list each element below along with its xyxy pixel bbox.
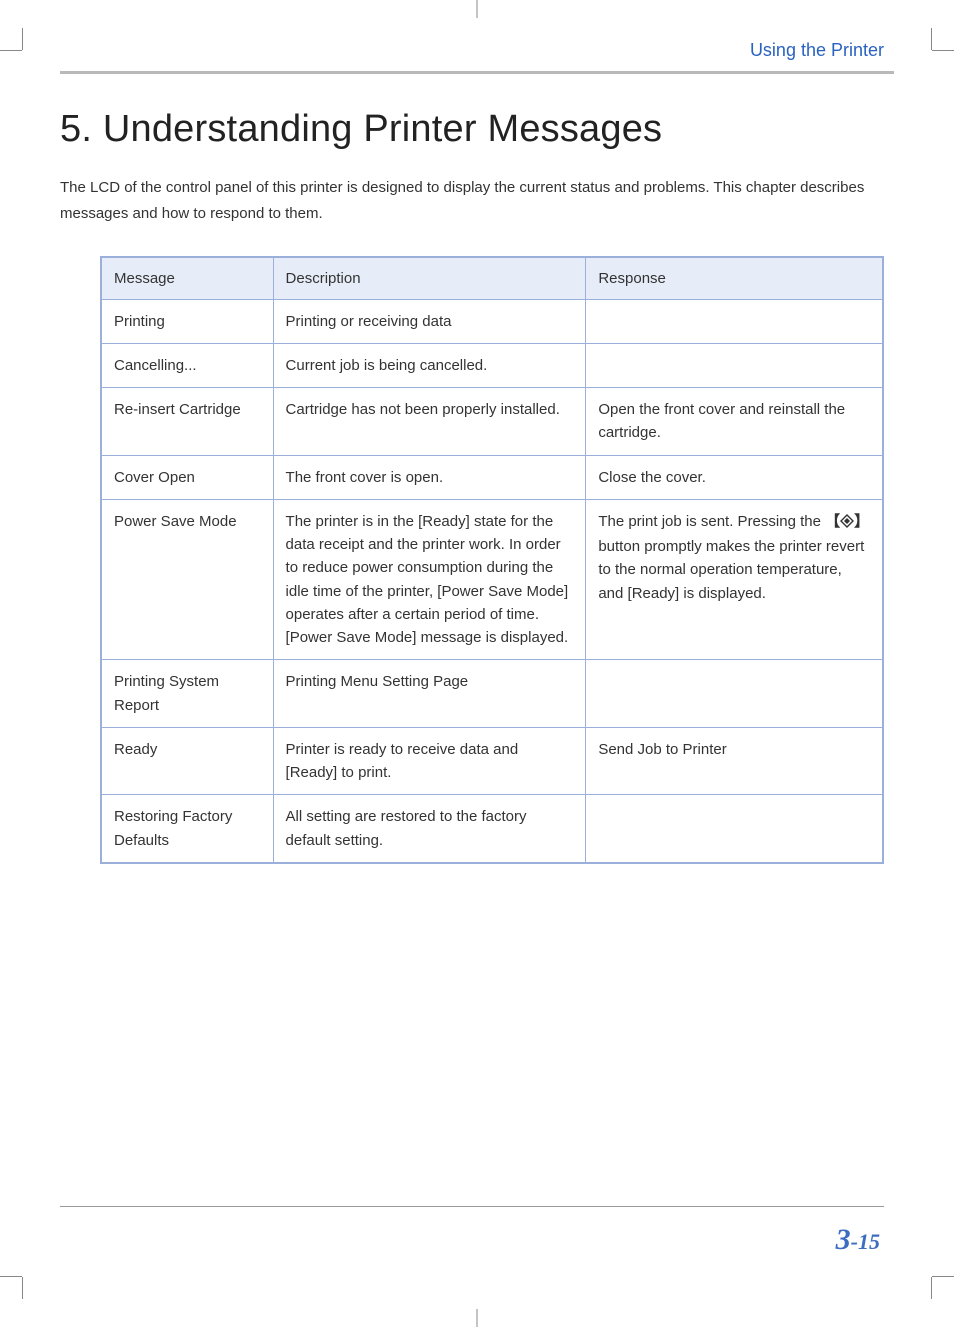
- crop-mark: [22, 28, 23, 50]
- crop-mark: [22, 1277, 23, 1299]
- cell-response: [586, 343, 883, 387]
- table-row: Re-insert Cartridge Cartridge has not be…: [101, 388, 883, 456]
- crop-mark: [0, 1276, 22, 1277]
- intro-paragraph: The LCD of the control panel of this pri…: [60, 175, 894, 228]
- page-number-page: 15: [858, 1229, 880, 1254]
- cell-message: Ready: [101, 727, 273, 795]
- table-row: Ready Printer is ready to receive data a…: [101, 727, 883, 795]
- table-row: Cancelling... Current job is being cance…: [101, 343, 883, 387]
- page-number-chapter: 3: [836, 1223, 851, 1256]
- cell-response-pre: The print job is sent. Pressing the: [598, 513, 825, 530]
- col-header-response: Response: [586, 257, 883, 300]
- messages-table: Message Description Response Printing Pr…: [100, 256, 884, 864]
- page-content: Using the Printer 5. Understanding Print…: [60, 40, 894, 1287]
- col-header-description: Description: [273, 257, 586, 300]
- table-row: Cover Open The front cover is open. Clos…: [101, 455, 883, 499]
- chapter-number: 5.: [60, 108, 92, 150]
- cell-response-post: button promptly makes the printer revert…: [598, 538, 864, 602]
- cell-response: [586, 795, 883, 863]
- cell-description: All setting are restored to the factory …: [273, 795, 586, 863]
- chapter-heading: 5. Understanding Printer Messages: [60, 108, 894, 151]
- cell-message: Printing: [101, 299, 273, 343]
- cell-message: Re-insert Cartridge: [101, 388, 273, 456]
- cell-response: Send Job to Printer: [586, 727, 883, 795]
- cell-description: Cartridge has not been properly installe…: [273, 388, 586, 456]
- cell-message: Power Save Mode: [101, 499, 273, 660]
- table-row: Power Save Mode The printer is in the [R…: [101, 499, 883, 660]
- cell-response: [586, 660, 883, 728]
- running-head: Using the Printer: [60, 40, 894, 71]
- cell-description: Printer is ready to receive data and [Re…: [273, 727, 586, 795]
- crop-mark: [932, 1276, 954, 1277]
- header-rule: [60, 71, 894, 74]
- start-diamond-icon: [840, 512, 854, 535]
- cell-description: The front cover is open.: [273, 455, 586, 499]
- cell-response: Open the front cover and reinstall the c…: [586, 388, 883, 456]
- cell-description: Printing or receiving data: [273, 299, 586, 343]
- page-footer: 3-15: [60, 1206, 884, 1257]
- footer-rule: [60, 1206, 884, 1207]
- table-row: Printing Printing or receiving data: [101, 299, 883, 343]
- crop-mark: [0, 50, 22, 51]
- table-row: Printing System Report Printing Menu Set…: [101, 660, 883, 728]
- chapter-title-text: Understanding Printer Messages: [103, 108, 662, 150]
- page-number-sep: -: [851, 1229, 858, 1254]
- crop-mark: [932, 50, 954, 51]
- cell-message: Cover Open: [101, 455, 273, 499]
- open-bracket-icon: 【: [825, 513, 840, 530]
- cell-description: Current job is being cancelled.: [273, 343, 586, 387]
- cell-message: Restoring Factory Defaults: [101, 795, 273, 863]
- cell-response: Close the cover.: [586, 455, 883, 499]
- cell-response: [586, 299, 883, 343]
- col-header-message: Message: [101, 257, 273, 300]
- cell-description: Printing Menu Setting Page: [273, 660, 586, 728]
- crop-mark: [477, 1309, 478, 1327]
- page-number: 3-15: [60, 1223, 884, 1257]
- cell-description: The printer is in the [Ready] state for …: [273, 499, 586, 660]
- crop-mark: [931, 1277, 932, 1299]
- cell-message: Printing System Report: [101, 660, 273, 728]
- table-row: Restoring Factory Defaults All setting a…: [101, 795, 883, 863]
- crop-mark: [931, 28, 932, 50]
- table-header-row: Message Description Response: [101, 257, 883, 300]
- close-bracket-icon: 】: [854, 513, 869, 530]
- crop-mark: [477, 0, 478, 18]
- cell-message: Cancelling...: [101, 343, 273, 387]
- cell-response: The print job is sent. Pressing the 【】 b…: [586, 499, 883, 660]
